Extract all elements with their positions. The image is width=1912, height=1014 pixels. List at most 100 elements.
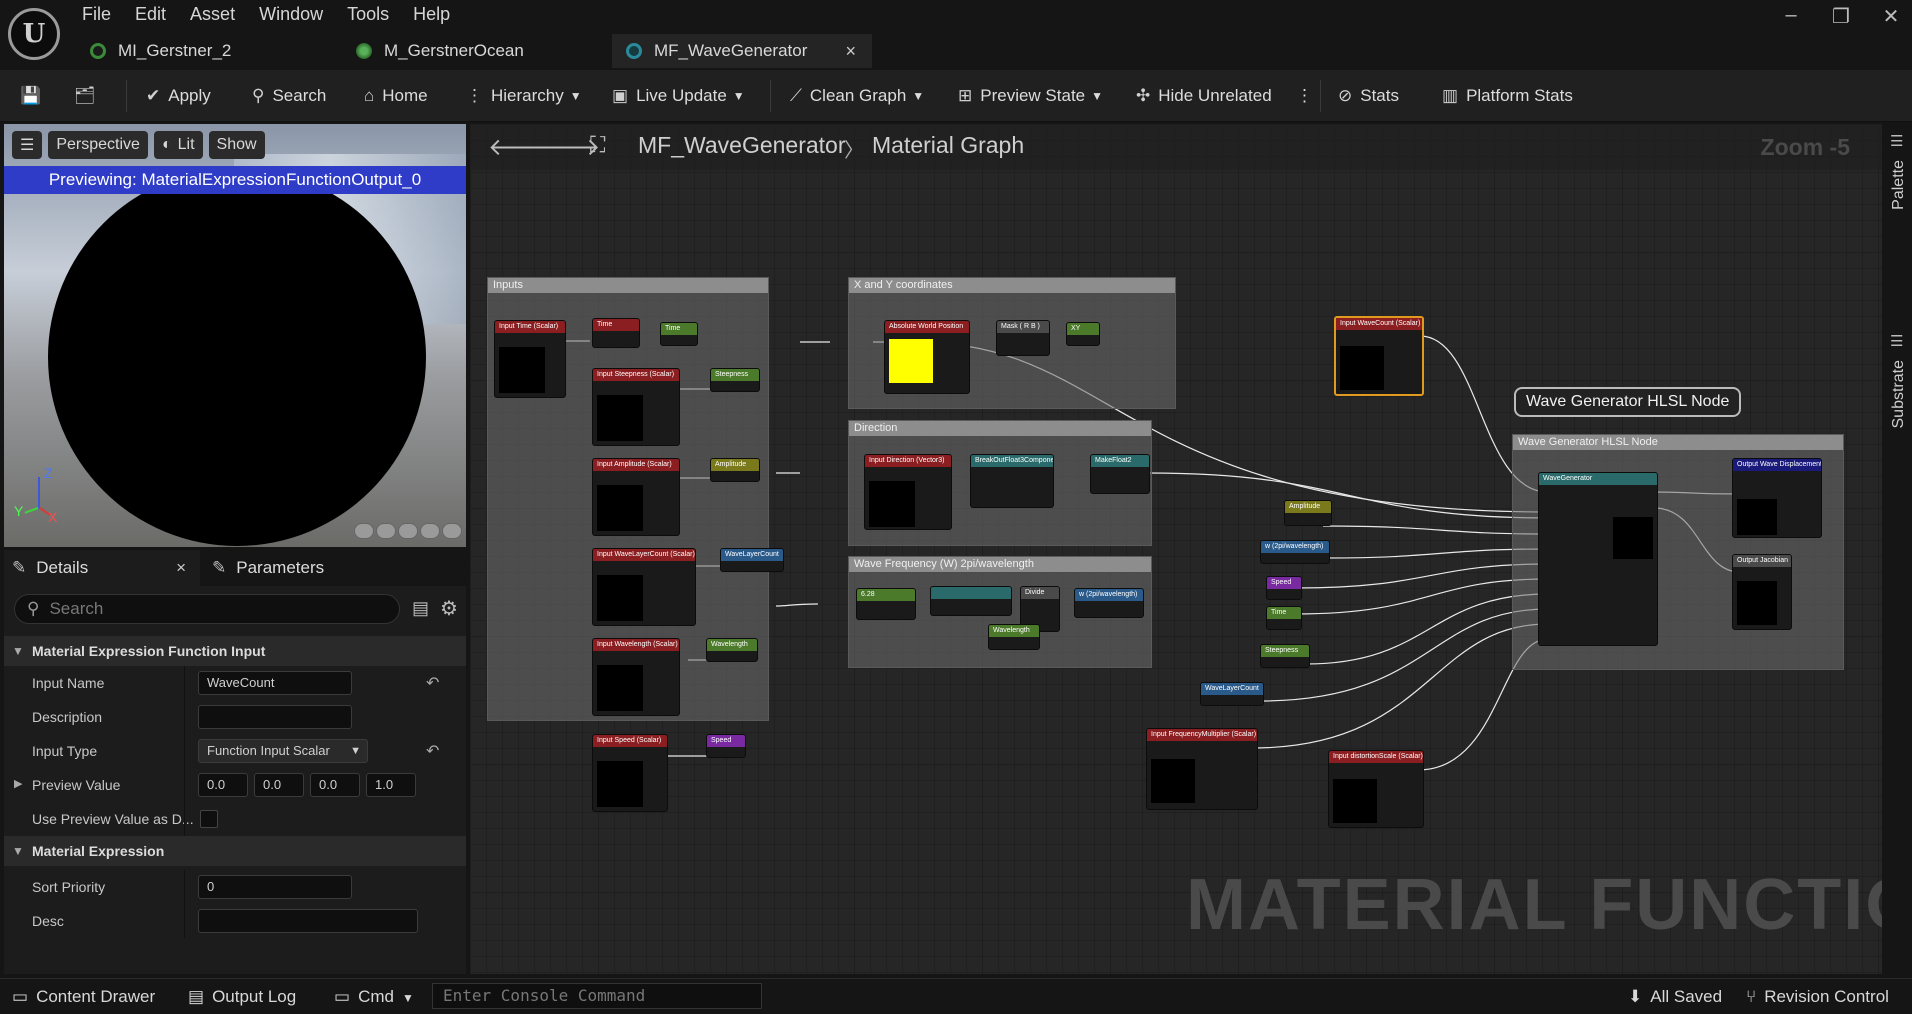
node-constant-2pi[interactable]: 6.28 <box>856 588 916 620</box>
node-speed[interactable]: Speed <box>706 734 746 758</box>
section-material-expression[interactable]: ▼ Material Expression <box>4 836 466 866</box>
menu-file[interactable]: File <box>82 4 111 25</box>
input-name-field[interactable]: WaveCount <box>198 671 352 695</box>
all-saved-status[interactable]: ⬇ All Saved <box>1628 987 1722 1007</box>
restore-icon[interactable]: ❐ <box>1826 4 1856 29</box>
save-icon[interactable]: 💾 <box>20 83 49 109</box>
preview-value-z[interactable]: 0.0 <box>310 773 360 797</box>
node-output-jacobian[interactable]: Output Jacobian <box>1732 554 1792 630</box>
node-time[interactable]: Time <box>592 318 640 348</box>
node-multiply[interactable] <box>930 586 1012 616</box>
material-graph-canvas[interactable]: 🡐 🡒 ⛶ MF_WaveGenerator 〉 Material Graph … <box>470 124 1882 974</box>
settings-gear-icon[interactable]: ⚙ <box>440 596 458 621</box>
cylinder-icon[interactable] <box>354 523 374 539</box>
console-command-input[interactable]: Enter Console Command <box>432 983 762 1009</box>
input-type-dropdown[interactable]: Function Input Scalar ▼ <box>198 739 368 763</box>
stats-button[interactable]: ⊘ Stats <box>1338 83 1399 109</box>
section-function-input[interactable]: ▼ Material Expression Function Input <box>4 636 466 666</box>
menu-edit[interactable]: Edit <box>135 4 166 25</box>
minimize-icon[interactable]: – <box>1776 4 1806 27</box>
node-steepness-ref[interactable]: Steepness <box>1260 644 1310 668</box>
node-input-wavecount[interactable]: Input WaveCount (Scalar) <box>1334 316 1424 396</box>
node-input-time[interactable]: Input Time (Scalar) <box>494 320 566 398</box>
expand-arrow-icon[interactable]: ▶ <box>14 777 22 790</box>
palette-tab[interactable]: Palette <box>1890 160 1908 210</box>
platform-stats-button[interactable]: ▥ Platform Stats <box>1442 83 1573 109</box>
node-input-distortion-scale[interactable]: Input distortionScale (Scalar) <box>1328 750 1424 828</box>
node-input-direction[interactable]: Input Direction (Vector3) <box>864 454 952 530</box>
node-w-ref[interactable]: w (2pi/wavelength) <box>1260 540 1330 564</box>
preview-state-button[interactable]: ⊞ Preview State ▼ <box>958 83 1103 109</box>
tab-mf-wavegenerator[interactable]: MF_WaveGenerator × <box>612 34 872 68</box>
show-button[interactable]: Show <box>208 131 265 159</box>
node-wave-generator[interactable]: WaveGenerator <box>1538 472 1658 646</box>
sort-priority-field[interactable]: 0 <box>198 875 352 899</box>
node-amplitude[interactable]: Amplitude <box>710 458 760 482</box>
node-wavelength[interactable]: Wavelength <box>706 638 758 662</box>
lit-button[interactable]: ◐ Lit <box>153 131 203 159</box>
details-search-input[interactable]: ⚲ Search <box>14 594 400 624</box>
node-time-ref[interactable]: Time <box>1266 606 1302 630</box>
menu-help[interactable]: Help <box>413 4 450 25</box>
hlsl-comment-bubble[interactable]: Wave Generator HLSL Node <box>1514 387 1742 417</box>
more-options-icon[interactable]: ⋮ <box>1296 83 1313 109</box>
node-wavelayercount[interactable]: WaveLayerCount <box>720 548 784 572</box>
cube-icon[interactable] <box>420 523 440 539</box>
reset-icon[interactable]: ↶ <box>426 673 439 693</box>
node-steepness[interactable]: Steepness <box>710 368 760 392</box>
node-w-2pi-wavelength[interactable]: w (2pi/wavelength) <box>1074 588 1144 618</box>
menu-window[interactable]: Window <box>259 4 323 25</box>
hide-unrelated-button[interactable]: ✣ Hide Unrelated <box>1136 83 1272 109</box>
content-drawer-button[interactable]: ▭ Content Drawer <box>12 987 155 1007</box>
revision-control-button[interactable]: ⑂ Revision Control <box>1746 987 1889 1007</box>
node-mask[interactable]: Mask ( R B ) <box>996 320 1050 356</box>
node-input-frequency-multiplier[interactable]: Input FrequencyMultiplier (Scalar) <box>1146 728 1258 810</box>
node-wavelength-ref[interactable]: Wavelength <box>988 624 1040 650</box>
preview-value-x[interactable]: 0.0 <box>198 773 248 797</box>
menu-asset[interactable]: Asset <box>190 4 235 25</box>
apply-button[interactable]: ✔ Apply <box>146 83 211 109</box>
browse-icon[interactable]: 🗂 <box>74 83 104 109</box>
node-wavelayercount-ref[interactable]: WaveLayerCount <box>1200 682 1264 706</box>
search-button[interactable]: ⚲ Search <box>252 83 326 109</box>
live-update-button[interactable]: ▣ Live Update ▼ <box>612 83 745 109</box>
viewport-menu-icon[interactable]: ☰ <box>12 131 43 159</box>
home-button[interactable]: ⌂ Home <box>364 83 428 109</box>
node-speed-ref[interactable]: Speed <box>1266 576 1302 600</box>
tab-close-icon[interactable]: × <box>845 41 856 62</box>
menu-tools[interactable]: Tools <box>347 4 389 25</box>
description-field[interactable] <box>198 705 352 729</box>
node-time-out[interactable]: Time <box>660 322 698 346</box>
node-output-wave-displacement[interactable]: Output Wave Displacement <box>1732 458 1822 538</box>
plane-icon[interactable] <box>398 523 418 539</box>
node-input-amplitude[interactable]: Input Amplitude (Scalar) <box>592 458 680 536</box>
node-input-speed[interactable]: Input Speed (Scalar) <box>592 734 668 812</box>
table-view-icon[interactable]: ▤ <box>412 598 429 619</box>
node-amplitude-ref[interactable]: Amplitude <box>1284 500 1332 526</box>
reset-icon[interactable]: ↶ <box>426 741 439 761</box>
node-input-wavelayercount[interactable]: Input WaveLayerCount (Scalar) <box>592 548 696 626</box>
node-xy[interactable]: XY <box>1066 322 1100 346</box>
output-log-button[interactable]: ▤ Output Log <box>188 987 296 1007</box>
sphere-icon[interactable] <box>376 523 396 539</box>
node-input-wavelength[interactable]: Input Wavelength (Scalar) <box>592 638 680 716</box>
tab-mi-gerstner[interactable]: MI_Gerstner_2 <box>76 34 338 68</box>
use-preview-checkbox[interactable] <box>200 810 218 828</box>
clean-graph-button[interactable]: ⟋ Clean Graph ▼ <box>790 83 924 109</box>
node-input-steepness[interactable]: Input Steepness (Scalar) <box>592 368 680 446</box>
perspective-button[interactable]: Perspective <box>48 131 148 159</box>
close-details-icon[interactable]: × <box>176 558 186 578</box>
node-break-out-float3[interactable]: BreakOutFloat3Components <box>970 454 1054 508</box>
close-window-icon[interactable]: ✕ <box>1876 4 1906 29</box>
hierarchy-button[interactable]: ⋮ Hierarchy ▼ <box>466 83 582 109</box>
unreal-logo-icon[interactable]: U <box>8 8 60 60</box>
node-make-float2[interactable]: MakeFloat2 <box>1090 454 1150 494</box>
teapot-icon[interactable] <box>442 523 462 539</box>
preview-viewport[interactable]: ☰ Perspective ◐ Lit Show Previewing: Mate… <box>4 124 466 547</box>
node-absolute-world-position[interactable]: Absolute World Position <box>884 320 970 394</box>
tab-details[interactable]: ✎ Details × <box>4 550 200 586</box>
tab-m-gerstner-ocean[interactable]: M_GerstnerOcean <box>342 34 610 68</box>
preview-value-y[interactable]: 0.0 <box>254 773 304 797</box>
desc-field[interactable] <box>198 909 418 933</box>
tab-parameters[interactable]: ✎ Parameters <box>212 550 324 586</box>
